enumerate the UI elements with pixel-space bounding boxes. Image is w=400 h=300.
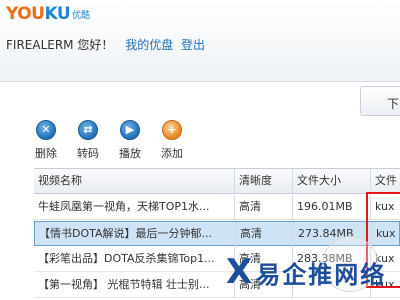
logo-wordmark: YOUKU bbox=[6, 4, 71, 24]
column-header-format[interactable]: 文件 bbox=[370, 169, 400, 194]
my-drive-link[interactable]: 我的优盘 bbox=[125, 38, 173, 52]
table-header: 视频名称 清晰度 文件大小 文件 bbox=[34, 169, 400, 194]
video-definition: 高清 bbox=[235, 222, 293, 247]
convert-label: 转码 bbox=[77, 147, 99, 160]
delete-label: 删除 bbox=[35, 147, 57, 160]
app-header: YOUKU 优酷 FIREALERM 您好！ 我的优盘 登出 bbox=[0, 0, 400, 82]
youku-logo: YOUKU 优酷 bbox=[6, 2, 90, 24]
column-header-definition[interactable]: 清晰度 bbox=[234, 169, 292, 194]
add-icon: + bbox=[162, 120, 182, 140]
table-row[interactable]: 牛蛙凤凰第一视角，天梯TOP1水... 高清 196.01MB kux bbox=[34, 195, 400, 220]
play-icon: ▶ bbox=[120, 120, 140, 140]
video-name: 【第一视角】 光棍节特辑 壮士别... bbox=[38, 278, 210, 291]
greeting-text: 您好！ bbox=[77, 38, 114, 52]
download-tab[interactable]: 下 bbox=[360, 86, 400, 116]
convert-button[interactable]: ⇄ 转码 bbox=[68, 120, 108, 161]
column-header-name[interactable]: 视频名称 bbox=[34, 169, 234, 194]
username: FIREALERM bbox=[6, 38, 74, 52]
add-button[interactable]: + 添加 bbox=[152, 120, 192, 161]
logo-text-ku: KU bbox=[44, 4, 71, 24]
column-header-size[interactable]: 文件大小 bbox=[292, 169, 370, 194]
video-name: 【情书DOTA解说】最后一分钟郁... bbox=[39, 227, 213, 240]
user-bar: FIREALERM 您好！ 我的优盘 登出 bbox=[6, 36, 205, 53]
play-label: 播放 bbox=[119, 147, 141, 160]
convert-icon: ⇄ bbox=[78, 120, 98, 140]
delete-icon: ✕ bbox=[36, 120, 56, 140]
play-button[interactable]: ▶ 播放 bbox=[110, 120, 150, 161]
logo-chinese: 优酷 bbox=[72, 11, 91, 21]
video-definition: 高清 bbox=[234, 195, 292, 220]
video-size: 196.01MB bbox=[292, 195, 370, 220]
video-name: 【彩笔出品】DOTA反杀集锦Top1... bbox=[38, 252, 215, 265]
watermark: X 易企推网络 bbox=[226, 250, 386, 294]
watermark-text: 易企推网络 bbox=[256, 260, 387, 289]
logo-text-you: YOU bbox=[6, 4, 45, 24]
delete-button[interactable]: ✕ 删除 bbox=[26, 120, 66, 161]
toolbar: ✕ 删除 ⇄ 转码 ▶ 播放 + 添加 bbox=[0, 116, 360, 164]
logout-link[interactable]: 登出 bbox=[181, 38, 205, 52]
add-label: 添加 bbox=[161, 147, 183, 160]
watermark-mark: X bbox=[226, 252, 253, 292]
video-name: 牛蛙凤凰第一视角，天梯TOP1水... bbox=[38, 200, 210, 213]
